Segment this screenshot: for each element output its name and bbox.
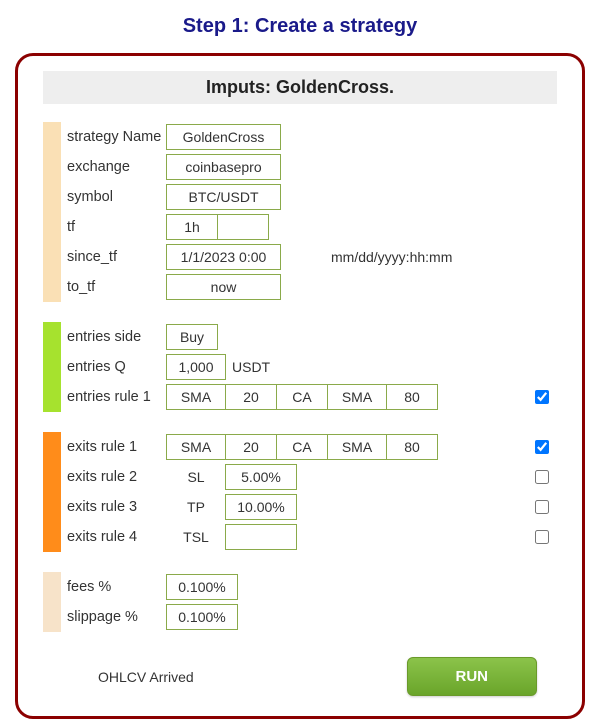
input-entries-side[interactable]: Buy [166,324,218,350]
status-text: OHLCV Arrived [98,669,194,685]
input-exits-rule1-c3[interactable]: SMA [327,434,387,460]
page-title: Step 1: Create a strategy [0,0,600,48]
input-exits-rule3-type[interactable]: TP [166,494,226,520]
inputs-header: Imputs: GoldenCross. [43,71,557,104]
input-fees[interactable]: 0.100% [166,574,238,600]
strategy-panel: Imputs: GoldenCross. strategy Name Golde… [15,53,585,719]
row-slippage: slippage % 0.100% [61,602,557,632]
input-exits-rule1-c2[interactable]: CA [276,434,328,460]
label-exits-rule4: exits rule 4 [61,529,166,545]
input-exits-rule1-c0[interactable]: SMA [166,434,226,460]
input-exits-rule1-c4[interactable]: 80 [386,434,438,460]
label-entries-side: entries side [61,329,166,345]
row-exits-rule4: exits rule 4 TSL [61,522,557,552]
checkbox-exits-rule1[interactable] [535,440,549,454]
label-slippage: slippage % [61,609,166,625]
checkbox-exits-rule4[interactable] [535,530,549,544]
input-entries-rule1-c2[interactable]: CA [276,384,328,410]
entries-section: entries side Buy entries Q 1,000 USDT en… [43,322,557,412]
config-color-bar [43,122,61,302]
costs-color-bar [43,572,61,632]
label-exits-rule3: exits rule 3 [61,499,166,515]
input-entries-rule1-c1[interactable]: 20 [225,384,277,410]
input-entries-rule1-c4[interactable]: 80 [386,384,438,410]
input-slippage[interactable]: 0.100% [166,604,238,630]
row-fees: fees % 0.100% [61,572,557,602]
input-tf-extra[interactable] [217,214,269,240]
config-section: strategy Name GoldenCross exchange coinb… [43,122,557,302]
row-strategy-name: strategy Name GoldenCross [61,122,557,152]
bottom-row: OHLCV Arrived RUN [43,657,557,696]
label-tf: tf [61,219,166,235]
row-exits-rule2: exits rule 2 SL 5.00% [61,462,557,492]
row-since-tf: since_tf 1/1/2023 0:00 mm/dd/yyyy:hh:mm [61,242,557,272]
row-tf: tf 1h [61,212,557,242]
input-to-tf[interactable]: now [166,274,281,300]
input-entries-rule1-c0[interactable]: SMA [166,384,226,410]
label-entries-q: entries Q [61,359,166,375]
hint-since-tf: mm/dd/yyyy:hh:mm [331,249,452,265]
input-exits-rule4-type[interactable]: TSL [166,524,226,550]
input-exits-rule3-value[interactable]: 10.00% [225,494,297,520]
label-strategy-name: strategy Name [61,129,166,145]
row-symbol: symbol BTC/USDT [61,182,557,212]
input-entries-rule1-c3[interactable]: SMA [327,384,387,410]
input-exits-rule2-type[interactable]: SL [166,464,226,490]
input-exchange[interactable]: coinbasepro [166,154,281,180]
input-exits-rule1-c1[interactable]: 20 [225,434,277,460]
entries-color-bar [43,322,61,412]
label-to-tf: to_tf [61,279,166,295]
checkbox-entries-rule1[interactable] [535,390,549,404]
label-symbol: symbol [61,189,166,205]
label-exchange: exchange [61,159,166,175]
run-button[interactable]: RUN [407,657,538,696]
unit-entries-q: USDT [226,359,270,375]
row-entries-q: entries Q 1,000 USDT [61,352,557,382]
label-entries-rule1: entries rule 1 [61,389,166,405]
label-since-tf: since_tf [61,249,166,265]
row-entries-side: entries side Buy [61,322,557,352]
row-exits-rule3: exits rule 3 TP 10.00% [61,492,557,522]
row-entries-rule1: entries rule 1 SMA 20 CA SMA 80 [61,382,557,412]
checkbox-exits-rule3[interactable] [535,500,549,514]
checkbox-exits-rule2[interactable] [535,470,549,484]
costs-section: fees % 0.100% slippage % 0.100% [43,572,557,632]
input-exits-rule2-value[interactable]: 5.00% [225,464,297,490]
exits-color-bar [43,432,61,552]
label-exits-rule1: exits rule 1 [61,439,166,455]
input-since-tf[interactable]: 1/1/2023 0:00 [166,244,281,270]
input-tf[interactable]: 1h [166,214,218,240]
input-exits-rule4-value[interactable] [225,524,297,550]
input-symbol[interactable]: BTC/USDT [166,184,281,210]
input-strategy-name[interactable]: GoldenCross [166,124,281,150]
row-exits-rule1: exits rule 1 SMA 20 CA SMA 80 [61,432,557,462]
label-fees: fees % [61,579,166,595]
row-exchange: exchange coinbasepro [61,152,557,182]
row-to-tf: to_tf now [61,272,557,302]
exits-section: exits rule 1 SMA 20 CA SMA 80 exits rule… [43,432,557,552]
input-entries-q[interactable]: 1,000 [166,354,226,380]
label-exits-rule2: exits rule 2 [61,469,166,485]
